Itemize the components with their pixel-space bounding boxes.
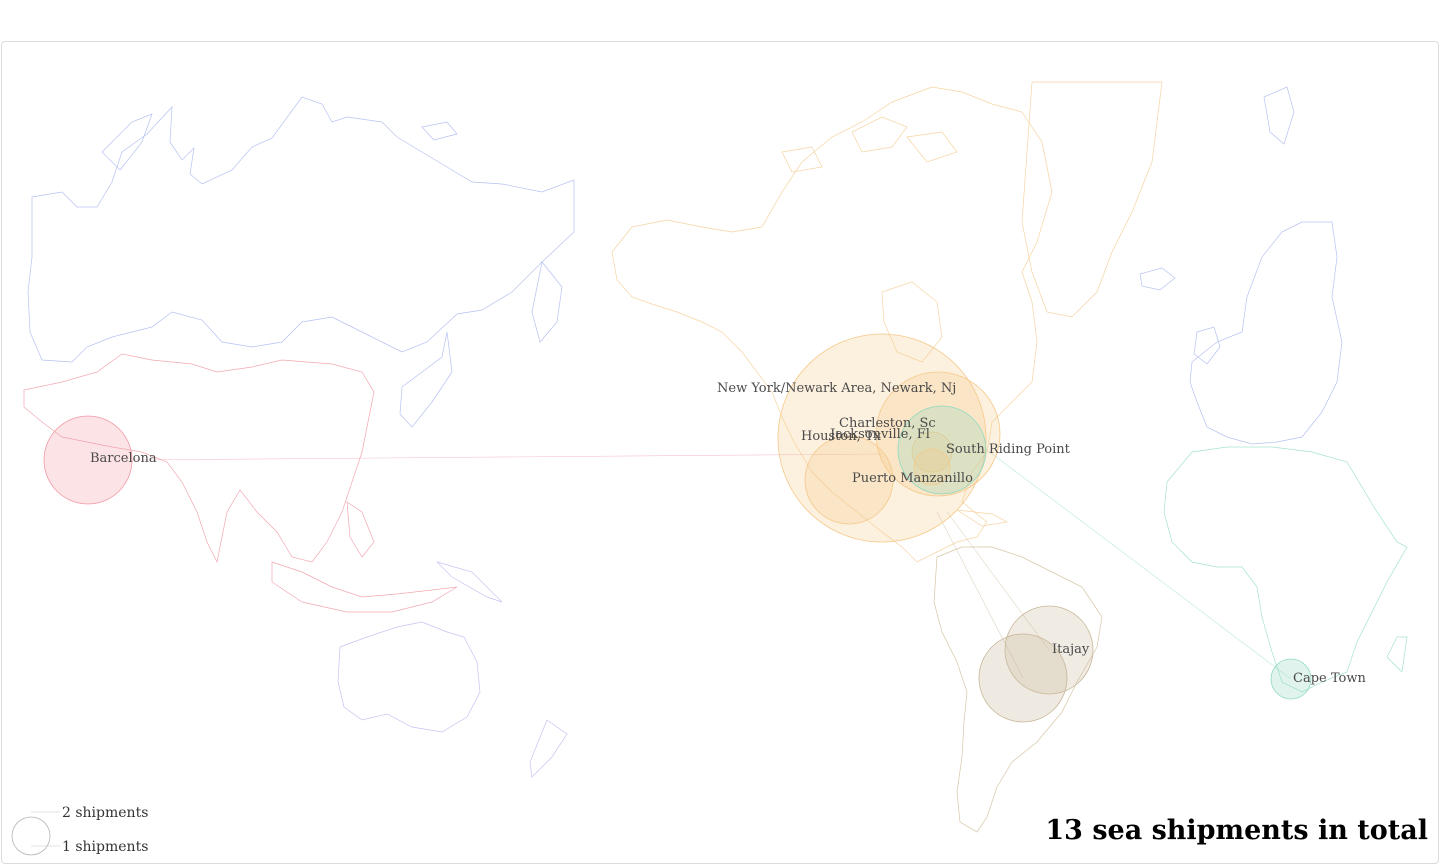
philippines-outline (346, 501, 375, 558)
japan-outline (399, 331, 453, 428)
iceland-outline (1139, 267, 1176, 291)
legend-circle-small (11, 816, 51, 856)
canadian-archipelago-outline (781, 116, 958, 173)
world-map[interactable]: Barcelona New York/Newark Area, Newark, N… (2, 42, 1438, 863)
africa-outline (1163, 446, 1408, 693)
label-barcelona: Barcelona (90, 451, 157, 466)
pacific-islands-outline (435, 561, 503, 603)
route-line-0 (131, 453, 883, 461)
port-labels: Barcelona New York/Newark Area, Newark, N… (90, 381, 1366, 686)
uk-outline (1193, 326, 1221, 365)
indonesia-outline (271, 561, 458, 613)
label-cape-town: Cape Town (1293, 671, 1366, 686)
madagascar-outline (1386, 636, 1408, 673)
label-houston-tx: Houston, Tx (801, 429, 882, 444)
new-zealand-outline (529, 719, 568, 778)
australia-outline (337, 621, 481, 733)
label-itajay: Itajay (1052, 642, 1090, 657)
europe-outline (1189, 221, 1343, 445)
shipping-routes (131, 449, 1292, 680)
total-shipments-title: 13 sea shipments in total (1045, 815, 1428, 846)
label-new-york-newark-area-newark-nj: New York/Newark Area, Newark, Nj (717, 381, 956, 396)
novaya-zemlya-outline (101, 113, 153, 171)
kamchatka-outline (531, 261, 563, 343)
label-puerto-manzanillo: Puerto Manzanillo (852, 471, 973, 486)
shipment-bubbles[interactable] (43, 333, 1312, 723)
legend-label-1-shipments: 1 shipments (62, 839, 148, 855)
label-south-riding-point: South Riding Point (946, 442, 1071, 457)
size-legend: 2 shipments 1 shipments (11, 805, 148, 856)
svalbard-outline (1263, 86, 1295, 145)
legend-label-2-shipments: 2 shipments (62, 805, 148, 821)
continent-outlines (23, 81, 1408, 833)
arctic-island-outline (421, 121, 458, 141)
map-panel[interactable]: Barcelona New York/Newark Area, Newark, N… (1, 41, 1439, 864)
russia-outline (27, 96, 575, 363)
